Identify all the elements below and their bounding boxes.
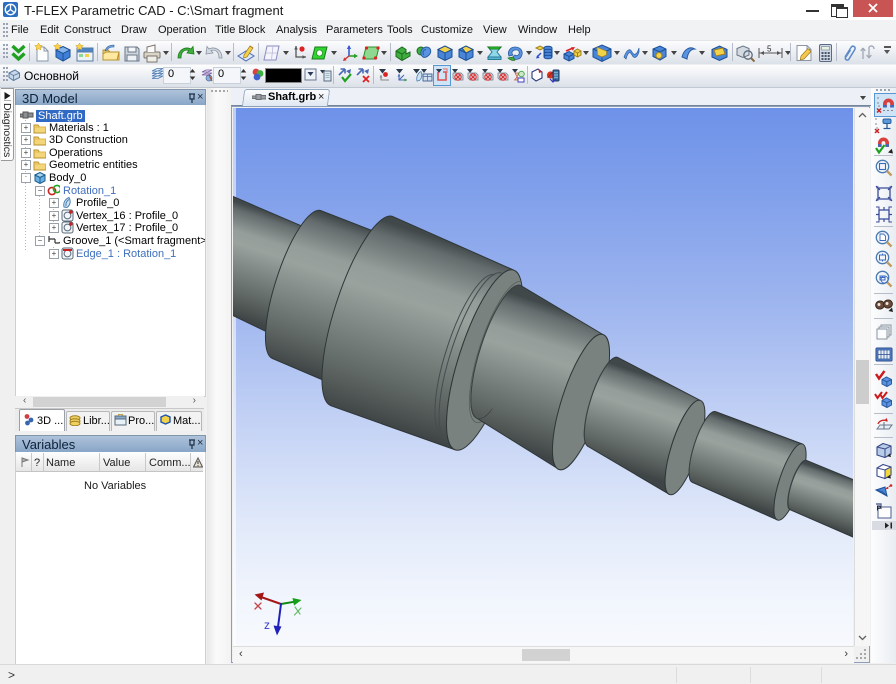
svg-text:5: 5: [767, 45, 772, 54]
svg-text:z: z: [264, 618, 270, 632]
svg-text:P: P: [877, 506, 882, 513]
